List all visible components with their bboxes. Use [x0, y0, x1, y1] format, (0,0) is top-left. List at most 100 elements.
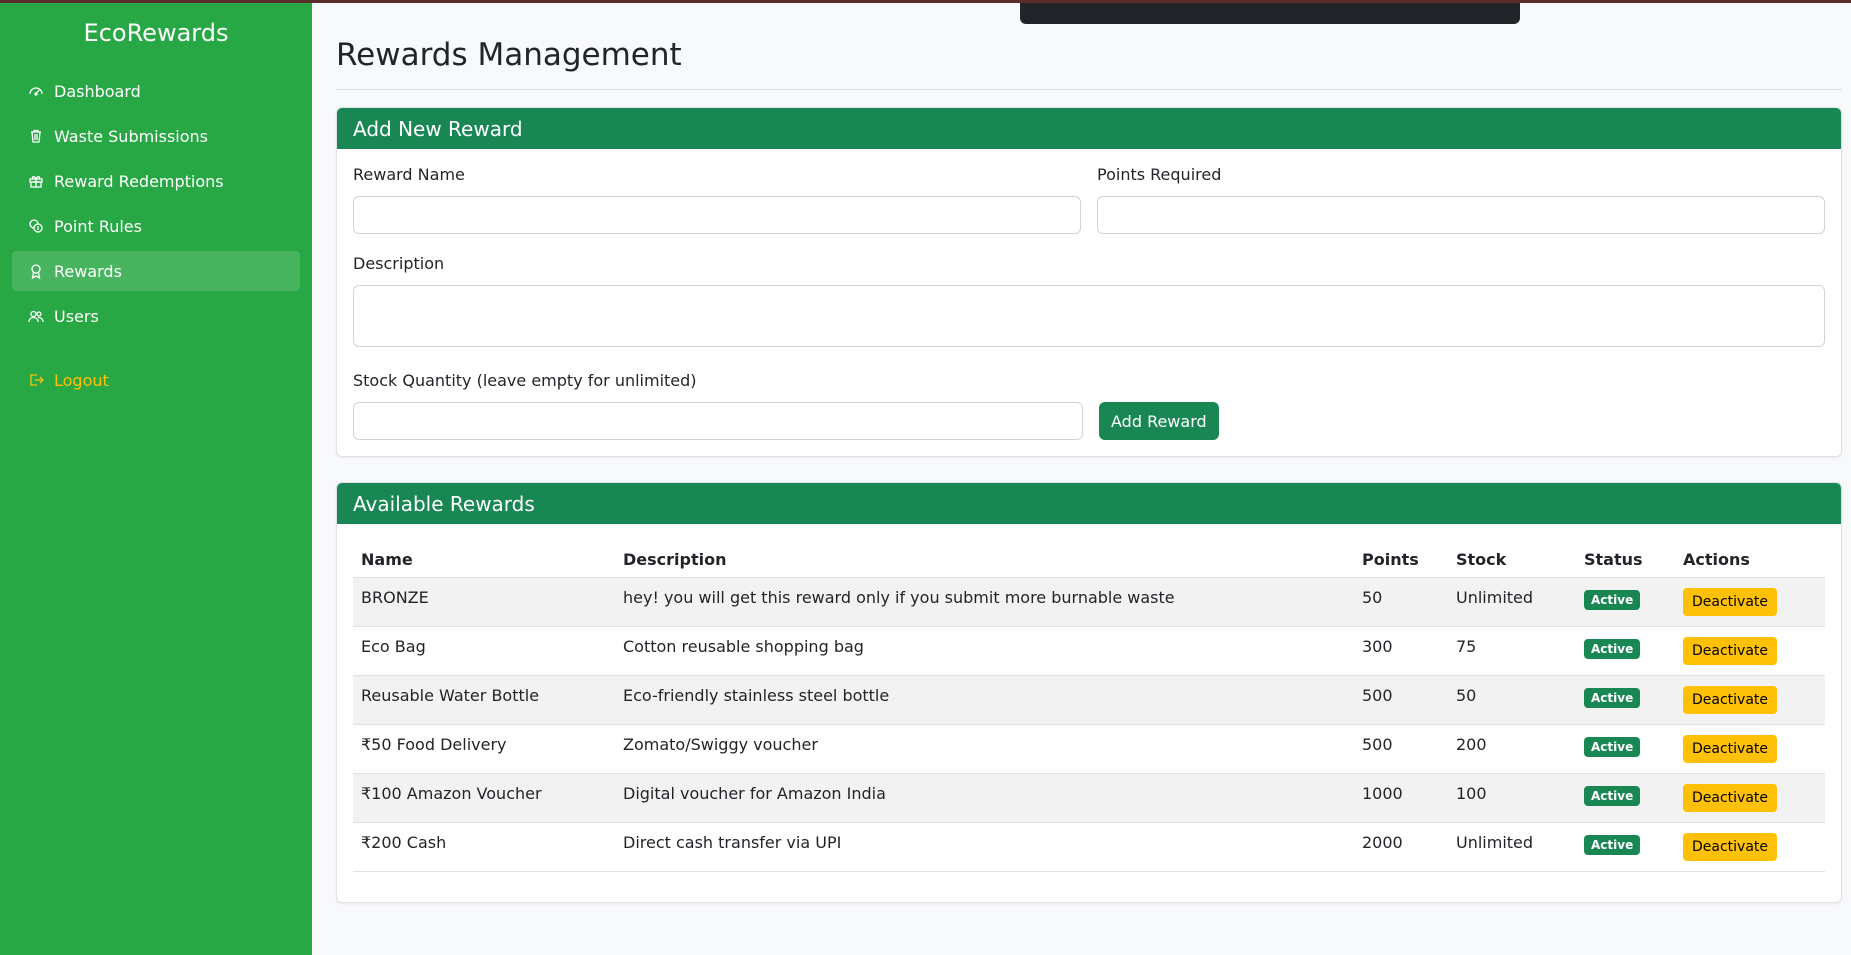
toast-notification	[1020, 3, 1520, 24]
logout-icon	[28, 372, 44, 388]
sidebar-item-label: Users	[54, 306, 99, 326]
reward-actions-cell: Deactivate	[1675, 626, 1825, 676]
reward-status-cell: Active	[1576, 822, 1675, 872]
add-reward-form: Reward Name Points Required Description …	[337, 149, 1841, 456]
reward-stock-cell: 75	[1448, 626, 1576, 676]
column-header-stock: Stock	[1448, 540, 1576, 578]
stock-input-wrap	[353, 402, 1083, 440]
column-header-description: Description	[615, 540, 1354, 578]
page-title: Rewards Management	[336, 37, 1842, 90]
reward-points-cell: 300	[1354, 626, 1448, 676]
reward-actions-cell: Deactivate	[1675, 822, 1825, 872]
people-icon	[28, 308, 44, 324]
rewards-table: Name Description Points Stock Status Act…	[353, 540, 1825, 872]
reward-points-cell: 500	[1354, 724, 1448, 774]
reward-points-cell: 2000	[1354, 822, 1448, 872]
award-icon	[28, 263, 44, 279]
status-badge: Active	[1584, 835, 1641, 855]
sidebar-item-label: Dashboard	[54, 81, 141, 101]
reward-stock-cell: 200	[1448, 724, 1576, 774]
sidebar-nav: Dashboard Waste Submissions Reward Redem…	[0, 71, 312, 400]
trash-icon	[28, 128, 44, 144]
stock-group: Stock Quantity (leave empty for unlimite…	[353, 371, 1825, 440]
column-header-name: Name	[353, 540, 615, 578]
reward-name-cell: Eco Bag	[353, 626, 615, 676]
reward-actions-cell: Deactivate	[1675, 577, 1825, 627]
add-reward-card: Add New Reward Reward Name Points Requir…	[336, 107, 1842, 457]
reward-actions-cell: Deactivate	[1675, 773, 1825, 823]
reward-name-cell: ₹50 Food Delivery	[353, 724, 615, 774]
reward-status-cell: Active	[1576, 773, 1675, 823]
reward-name-cell: ₹100 Amazon Voucher	[353, 773, 615, 823]
reward-description-cell: Zomato/Swiggy voucher	[615, 724, 1354, 774]
deactivate-button[interactable]: Deactivate	[1683, 833, 1778, 861]
deactivate-button[interactable]: Deactivate	[1683, 784, 1778, 812]
reward-status-cell: Active	[1576, 577, 1675, 627]
deactivate-button[interactable]: Deactivate	[1683, 735, 1778, 763]
speedometer-icon	[28, 83, 44, 99]
sidebar-item-label: Reward Redemptions	[54, 171, 224, 191]
status-badge: Active	[1584, 590, 1641, 610]
table-header-row: Name Description Points Stock Status Act…	[353, 540, 1825, 578]
points-required-input[interactable]	[1097, 196, 1825, 234]
table-row: ₹100 Amazon Voucher Digital voucher for …	[353, 773, 1825, 823]
table-row: ₹50 Food Delivery Zomato/Swiggy voucher …	[353, 724, 1825, 774]
column-header-points: Points	[1354, 540, 1448, 578]
sidebar-item-reward-redemptions[interactable]: Reward Redemptions	[12, 161, 300, 201]
brand-title: EcoRewards	[83, 19, 229, 47]
reward-name-cell: Reusable Water Bottle	[353, 675, 615, 725]
coins-icon	[28, 218, 44, 234]
available-rewards-card: Available Rewards Name Description Point…	[336, 482, 1842, 903]
sidebar-item-label: Rewards	[54, 261, 122, 281]
points-required-label: Points Required	[1097, 165, 1222, 184]
reward-stock-cell: 100	[1448, 773, 1576, 823]
reward-stock-cell: 50	[1448, 675, 1576, 725]
table-row: ₹200 Cash Direct cash transfer via UPI 2…	[353, 822, 1825, 872]
stock-label: Stock Quantity (leave empty for unlimite…	[353, 371, 697, 390]
logout-link[interactable]: Logout	[12, 360, 300, 400]
logout-label: Logout	[54, 370, 109, 390]
sidebar-item-dashboard[interactable]: Dashboard	[12, 71, 300, 111]
status-badge: Active	[1584, 786, 1641, 806]
points-required-group: Points Required	[1097, 165, 1825, 234]
reward-name-label: Reward Name	[353, 165, 465, 184]
table-row: BRONZE hey! you will get this reward onl…	[353, 577, 1825, 627]
reward-description-cell: Eco-friendly stainless steel bottle	[615, 675, 1354, 725]
sidebar-item-rewards[interactable]: Rewards	[12, 251, 300, 291]
reward-description-cell: Cotton reusable shopping bag	[615, 626, 1354, 676]
deactivate-button[interactable]: Deactivate	[1683, 637, 1778, 665]
description-group: Description	[353, 254, 1825, 351]
stock-row: Add Reward	[353, 402, 1825, 440]
reward-name-input[interactable]	[353, 196, 1081, 234]
description-label: Description	[353, 254, 445, 273]
gift-icon	[28, 173, 44, 189]
reward-status-cell: Active	[1576, 626, 1675, 676]
reward-description-cell: Digital voucher for Amazon India	[615, 773, 1354, 823]
stock-quantity-input[interactable]	[353, 402, 1083, 440]
description-textarea[interactable]	[353, 285, 1825, 347]
sidebar-item-point-rules[interactable]: Point Rules	[12, 206, 300, 246]
add-reward-header: Add New Reward	[337, 108, 1841, 149]
reward-points-cell: 1000	[1354, 773, 1448, 823]
reward-stock-cell: Unlimited	[1448, 577, 1576, 627]
reward-description-cell: hey! you will get this reward only if yo…	[615, 577, 1354, 627]
reward-status-cell: Active	[1576, 724, 1675, 774]
sidebar-item-waste-submissions[interactable]: Waste Submissions	[12, 116, 300, 156]
reward-stock-cell: Unlimited	[1448, 822, 1576, 872]
reward-name-cell: ₹200 Cash	[353, 822, 615, 872]
table-row: Reusable Water Bottle Eco-friendly stain…	[353, 675, 1825, 725]
add-reward-button[interactable]: Add Reward	[1099, 402, 1219, 440]
reward-status-cell: Active	[1576, 675, 1675, 725]
column-header-actions: Actions	[1675, 540, 1825, 578]
status-badge: Active	[1584, 688, 1641, 708]
sidebar-item-users[interactable]: Users	[12, 296, 300, 336]
rewards-table-wrap: Name Description Points Stock Status Act…	[337, 524, 1841, 902]
status-badge: Active	[1584, 639, 1641, 659]
reward-actions-cell: Deactivate	[1675, 724, 1825, 774]
reward-actions-cell: Deactivate	[1675, 675, 1825, 725]
table-row: Eco Bag Cotton reusable shopping bag 300…	[353, 626, 1825, 676]
deactivate-button[interactable]: Deactivate	[1683, 588, 1778, 616]
main-content: Rewards Management Add New Reward Reward…	[336, 3, 1842, 903]
sidebar-item-label: Point Rules	[54, 216, 142, 236]
deactivate-button[interactable]: Deactivate	[1683, 686, 1778, 714]
